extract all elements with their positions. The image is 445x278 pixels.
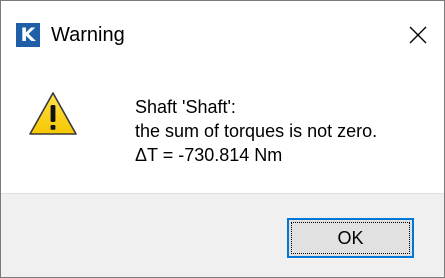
ok-button[interactable]: OK — [287, 218, 414, 258]
message-text: Shaft 'Shaft': the sum of torques is not… — [135, 95, 377, 167]
title-bar: K Warning — [1, 1, 444, 59]
ok-button-label: OK — [337, 227, 364, 248]
message-line: Shaft 'Shaft': — [135, 97, 236, 117]
message-line: ΔT = -730.814 Nm — [135, 145, 283, 165]
warning-icon — [29, 92, 77, 135]
close-button[interactable] — [396, 13, 440, 57]
close-icon — [409, 26, 427, 44]
window-title: Warning — [51, 24, 125, 46]
app-logo-icon: K — [16, 23, 40, 47]
message-area: Shaft 'Shaft': the sum of torques is not… — [1, 59, 444, 193]
button-bar: OK — [1, 193, 444, 277]
warning-dialog: K Warning Shaft 'Shaft': the sum of torq… — [0, 0, 445, 278]
message-line: the sum of torques is not zero. — [135, 121, 378, 141]
